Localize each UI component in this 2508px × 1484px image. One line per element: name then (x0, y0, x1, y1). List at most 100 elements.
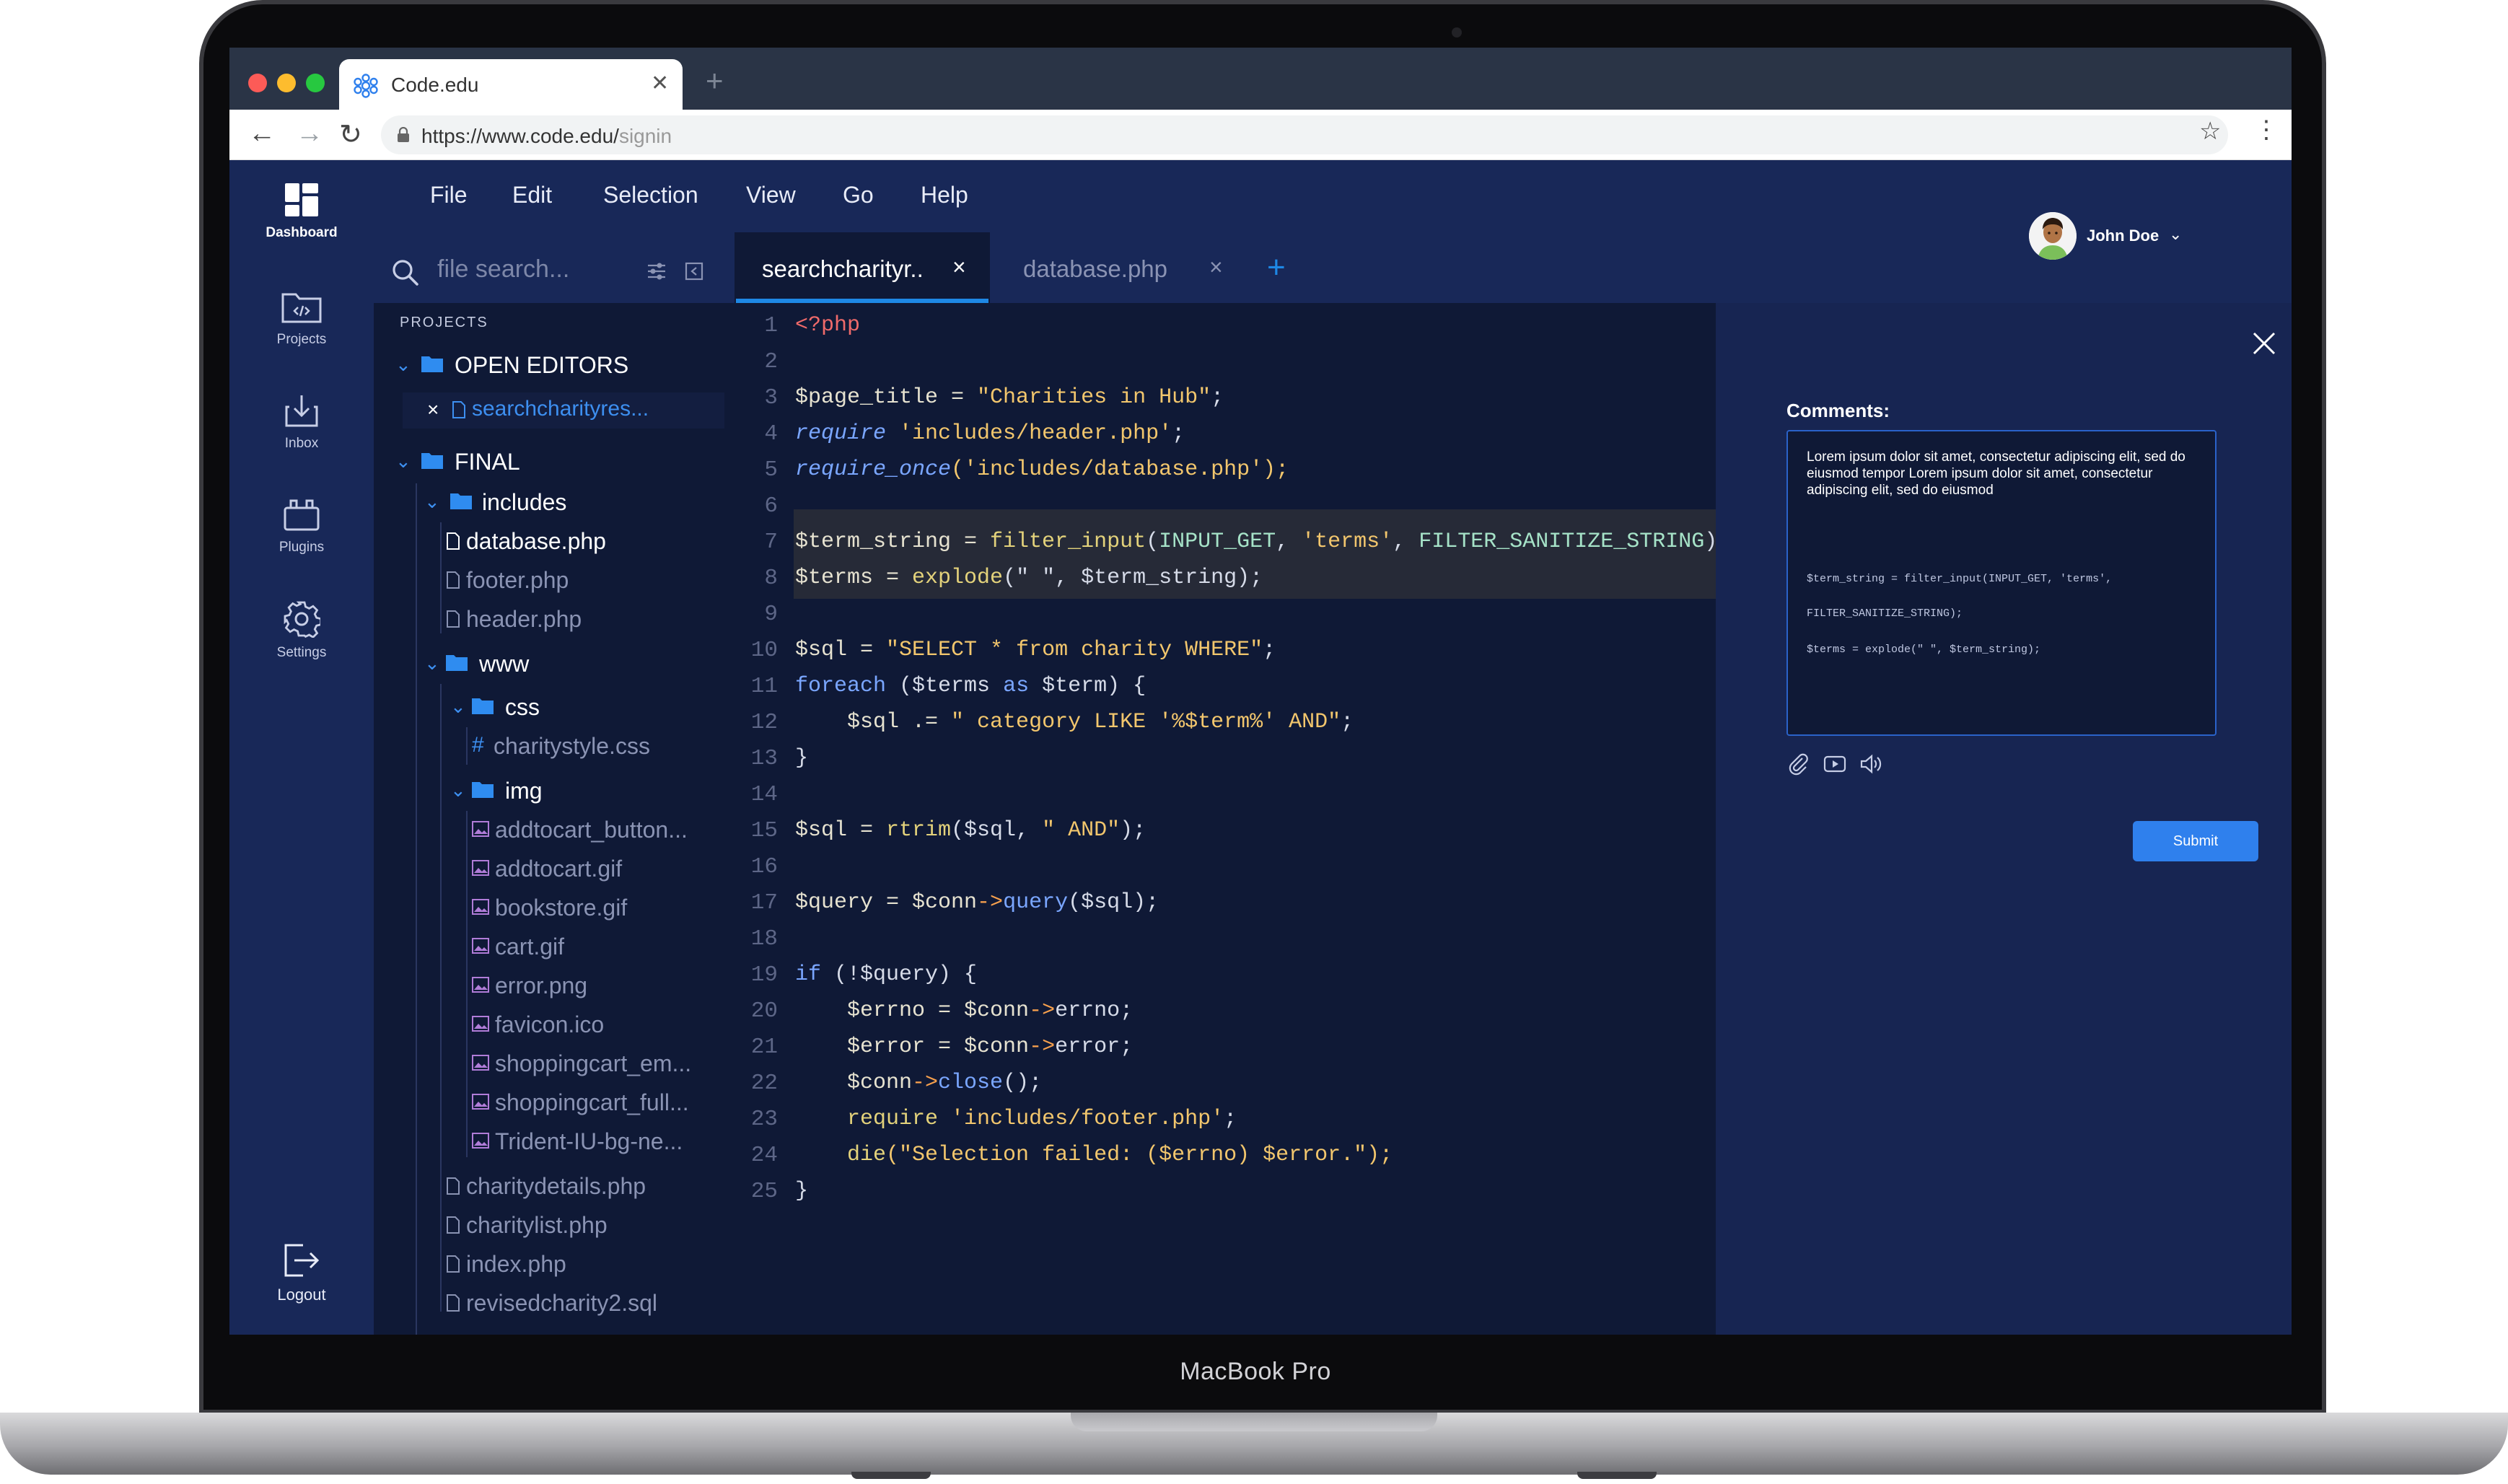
file-item[interactable]: Trident-IU-bg-ne... (472, 1124, 727, 1160)
comment-text: Lorem ipsum dolor sit amet, consectetur … (1807, 449, 2185, 498)
code-token: ("Selection failed: ($errno) $error."); (886, 1143, 1393, 1167)
file-item[interactable]: charitydetails.php (446, 1169, 727, 1205)
nav-plugins[interactable]: Plugins (229, 496, 374, 583)
close-editor-icon[interactable]: × (427, 398, 439, 421)
nav-projects[interactable]: Projects (229, 289, 374, 375)
projects-heading: PROJECTS (400, 315, 488, 330)
file-search-input[interactable] (437, 251, 625, 287)
tree-label: addtocart.gif (495, 856, 623, 882)
tree-label: searchcharityres... (472, 397, 649, 421)
open-editor-item[interactable]: × searchcharityres... (403, 392, 724, 429)
close-window-button[interactable] (248, 74, 267, 92)
folder-www[interactable]: ⌄ www (424, 646, 727, 682)
code-token: rtrim (886, 818, 952, 843)
line-number: 23 (750, 1107, 778, 1132)
file-item[interactable]: header.php (446, 602, 727, 638)
close-tab-icon[interactable]: × (952, 254, 966, 281)
code-editor[interactable]: 1 2 3 4 5 6 7 8 9 10 11 12 13 14 15 16 1… (735, 303, 1730, 1335)
attach-icon[interactable] (1786, 752, 1811, 776)
menu-view[interactable]: View (746, 182, 796, 208)
nav-settings[interactable]: Settings (229, 600, 374, 687)
menu-selection[interactable]: Selection (603, 182, 698, 208)
bookmark-star-icon[interactable]: ☆ (2199, 117, 2221, 146)
tab-searchcharity[interactable]: searchcharityr.. × (735, 232, 990, 303)
open-editors-section[interactable]: ⌄ OPEN EDITORS (395, 348, 727, 384)
comment-code-line: $term_string = filter_input(INPUT_GET, '… (1807, 573, 2113, 585)
code-token: ; (1211, 385, 1224, 410)
browser-tab[interactable]: Code.edu ✕ (339, 59, 683, 111)
code-line: $sql = rtrim($sql, " AND"); (795, 818, 1146, 843)
code-token: } (795, 746, 809, 770)
close-tab-icon[interactable]: ✕ (651, 71, 669, 96)
filter-icon[interactable] (646, 261, 667, 281)
file-item[interactable]: # charitystyle.css (472, 729, 727, 765)
folder-img[interactable]: ⌄ img (450, 773, 727, 809)
close-icon[interactable] (2250, 329, 2279, 358)
file-item[interactable]: shoppingcart_full... (472, 1085, 727, 1121)
add-tab-button[interactable]: + (1267, 250, 1286, 286)
file-item[interactable]: addtocart.gif (472, 851, 727, 887)
maximize-window-button[interactable] (306, 74, 325, 92)
nav-dashboard[interactable]: Dashboard (229, 182, 374, 268)
submit-button[interactable]: Submit (2133, 821, 2258, 861)
collapse-all-icon[interactable] (684, 261, 704, 281)
browser-menu-icon[interactable]: ⋮ (2254, 115, 2279, 144)
nav-logout[interactable]: Logout (229, 1242, 374, 1329)
file-icon (447, 571, 460, 589)
gear-icon (284, 601, 320, 638)
tree-label: header.php (466, 606, 582, 632)
file-item[interactable]: cart.gif (472, 929, 727, 965)
folder-final[interactable]: ⌄ FINAL (395, 444, 727, 480)
tree-guide (466, 811, 468, 1157)
code-token: INPUT_GET (1159, 530, 1276, 554)
dashboard-icon (285, 183, 318, 216)
file-item[interactable]: shoppingcart_em... (472, 1046, 727, 1082)
line-number: 6 (764, 493, 778, 519)
code-token: die (795, 1143, 887, 1167)
video-icon[interactable] (1823, 752, 1847, 776)
tree-label: footer.php (466, 567, 569, 593)
folder-includes[interactable]: ⌄ includes (424, 485, 727, 521)
folder-css[interactable]: ⌄ css (450, 690, 727, 726)
file-item[interactable]: charitylist.php (446, 1208, 727, 1244)
menu-help[interactable]: Help (921, 182, 968, 208)
forward-icon[interactable]: → (296, 118, 323, 149)
comment-textarea[interactable]: Lorem ipsum dolor sit amet, consectetur … (1786, 430, 2217, 736)
file-item[interactable]: bookstore.gif (472, 890, 727, 926)
file-item[interactable]: database.php (446, 524, 727, 560)
code-line: } (795, 1179, 808, 1203)
browser-toolbar: ← → ↻ https://www.code.edu/signin ☆ ⋮ (229, 110, 2292, 160)
nav-inbox[interactable]: Inbox (229, 392, 374, 479)
lock-icon (398, 127, 409, 142)
audio-icon[interactable] (1859, 752, 1883, 776)
menu-go[interactable]: Go (843, 182, 874, 208)
new-tab-button[interactable]: + (706, 63, 724, 98)
minimize-window-button[interactable] (277, 74, 296, 92)
code-token: ); (1120, 818, 1146, 843)
chevron-down-icon: ⌄ (395, 354, 411, 375)
address-bar[interactable]: https://www.code.edu/signin (381, 115, 2228, 154)
code-token: ('includes/database.php'); (951, 457, 1289, 482)
line-number: 22 (750, 1071, 778, 1096)
file-item[interactable]: index.php (446, 1247, 727, 1283)
code-token: $errno = $conn (795, 998, 1030, 1023)
back-icon[interactable]: ← (248, 118, 276, 149)
file-item[interactable]: revisedcharity2.sql (446, 1286, 727, 1322)
menu-file[interactable]: File (430, 182, 468, 208)
code-token: , (1276, 530, 1302, 554)
user-menu[interactable]: John Doe ⌄ (2029, 212, 2245, 263)
image-file-icon (472, 1133, 489, 1149)
file-item[interactable]: favicon.ico (472, 1007, 727, 1043)
reload-icon[interactable]: ↻ (339, 118, 362, 151)
tab-database[interactable]: database.php × (996, 232, 1255, 303)
file-item[interactable]: addtocart_button... (472, 812, 727, 848)
file-item[interactable]: footer.php (446, 563, 727, 599)
folder-icon (450, 493, 472, 509)
file-item[interactable]: error.png (472, 968, 727, 1004)
menu-edit[interactable]: Edit (512, 182, 552, 208)
close-tab-icon[interactable]: × (1209, 254, 1223, 281)
nav-label: Dashboard (266, 225, 338, 240)
tree-label: error.png (495, 972, 588, 998)
code-line: $errno = $conn->errno; (795, 998, 1133, 1023)
code-token: if (795, 962, 822, 987)
